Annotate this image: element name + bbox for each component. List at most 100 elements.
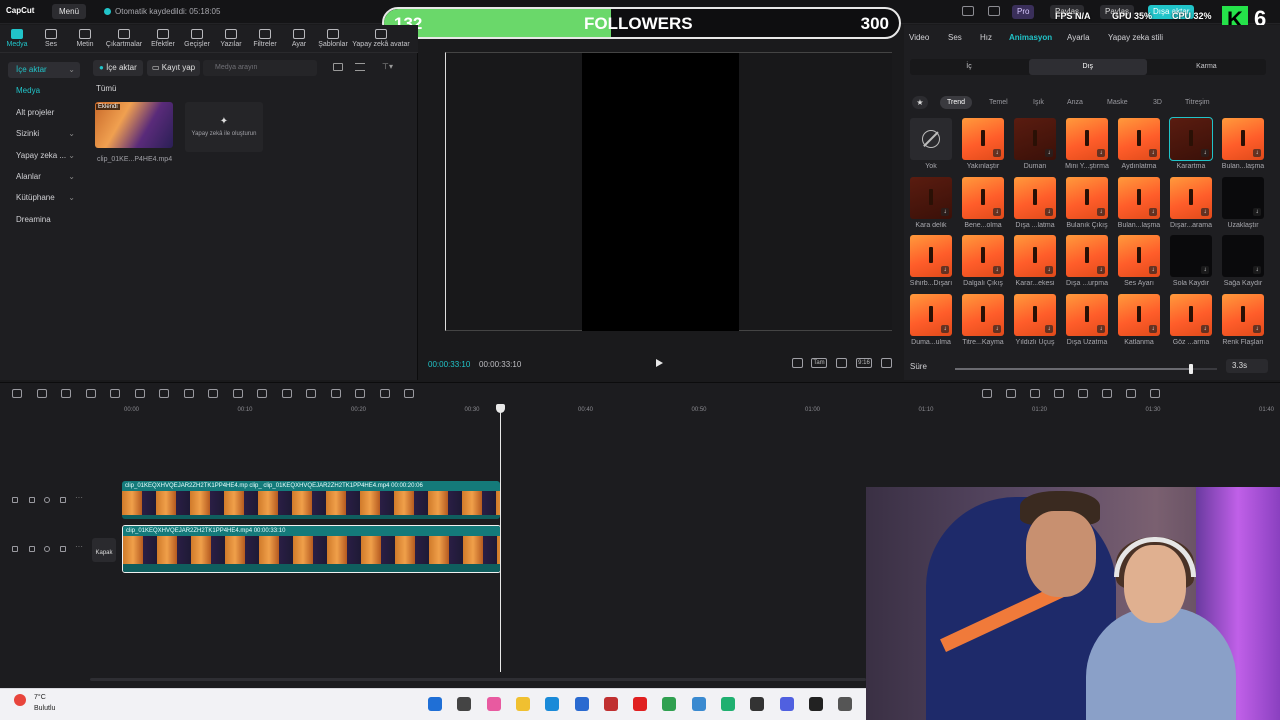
chip-3[interactable]: Anza — [1060, 96, 1090, 109]
all-filter[interactable]: Tümü — [96, 84, 116, 93]
effect-tile-16[interactable]: ↓ — [1014, 235, 1056, 277]
menu-button[interactable]: Menü — [52, 4, 87, 19]
cover-button[interactable]: Kapak — [92, 538, 116, 562]
ai-create-card[interactable]: ✦ Yapay zekâ ile oluşturun — [185, 102, 263, 152]
select-icon[interactable] — [12, 389, 22, 398]
effect-tile-10[interactable]: ↓ — [1066, 176, 1108, 219]
sidebar-item-1[interactable]: Medya — [8, 83, 80, 99]
edge-icon[interactable] — [545, 697, 560, 711]
obs-icon[interactable] — [750, 697, 765, 711]
import-button[interactable]: ● İçe aktar — [93, 60, 143, 76]
effect-tile-5[interactable]: ↓ — [1169, 117, 1213, 161]
lock-icon[interactable] — [29, 497, 35, 503]
tab-yaz-lar[interactable]: Yazılar — [214, 25, 248, 52]
office-icon[interactable] — [603, 697, 618, 711]
steam-icon[interactable] — [808, 697, 823, 711]
start-icon[interactable] — [428, 697, 442, 711]
redo-icon[interactable] — [61, 389, 71, 398]
eye-icon[interactable] — [44, 497, 50, 503]
effect-tile-12[interactable]: ↓ — [1170, 176, 1212, 219]
eye-icon-2[interactable] — [44, 546, 50, 552]
discord-icon[interactable] — [779, 697, 794, 711]
effect-tile-26[interactable]: ↓ — [1170, 293, 1212, 336]
effect-tile-22[interactable]: ↓ — [962, 293, 1004, 336]
zoom-icon[interactable] — [836, 358, 847, 368]
tab-filtreler[interactable]: Filtreler — [248, 25, 282, 52]
tab-0[interactable]: Video — [909, 33, 929, 42]
speaker-icon-2[interactable] — [60, 546, 66, 552]
tab-1[interactable]: Ses — [948, 33, 962, 42]
tab-ayar[interactable]: Ayar — [282, 25, 316, 52]
sidebar-item-2[interactable]: Alt projeler — [8, 105, 80, 121]
play-icon[interactable] — [656, 359, 663, 367]
main-track-clip[interactable]: clip_01KEQXHVQEJAR2ZH2TK1PP4HE4.mp4 00:0… — [122, 525, 501, 573]
effect-tile-3[interactable]: ↓ — [1066, 118, 1108, 160]
more-icon[interactable]: ··· — [75, 493, 83, 502]
effect-tile-25[interactable]: ↓ — [1118, 293, 1160, 336]
playhead[interactable] — [496, 404, 505, 672]
chip-6[interactable]: Titreşim — [1178, 96, 1217, 109]
link-icon[interactable] — [1006, 389, 1016, 398]
caption-icon[interactable] — [379, 389, 390, 398]
tab--kartmalar[interactable]: Çıkartmalar — [102, 25, 146, 52]
favorites-star-icon[interactable]: ★ — [912, 96, 928, 109]
effect-tile-2[interactable]: ↓ — [1014, 118, 1056, 160]
undo-icon[interactable] — [36, 389, 47, 398]
sidebar-item-4[interactable]: Yapay zeka ... ⌄ — [8, 148, 80, 164]
sidebar-item-7[interactable]: Dreamina — [8, 212, 80, 228]
ai-icon[interactable] — [330, 389, 341, 398]
split-left-icon[interactable] — [110, 389, 120, 398]
chip-0[interactable]: Trend — [940, 96, 973, 109]
preview-axis-icon[interactable] — [1078, 389, 1088, 398]
whatsapp-icon[interactable] — [721, 697, 735, 711]
chip-1[interactable]: Temel — [982, 96, 1015, 109]
duration-slider[interactable] — [955, 364, 1217, 374]
speaker-icon[interactable] — [60, 497, 66, 503]
segment-1[interactable]: Dış — [1028, 59, 1147, 75]
more-icon-2[interactable]: ··· — [75, 542, 83, 551]
effect-tile-7[interactable]: ↓ — [910, 176, 952, 219]
effect-tile-11[interactable]: ↓ — [1118, 176, 1160, 219]
effect-tile-8[interactable]: ↓ — [962, 176, 1004, 219]
tab-efektler[interactable]: Efektler — [146, 25, 180, 52]
mask-icon[interactable] — [183, 389, 194, 398]
timeline-scrollbar[interactable] — [90, 678, 866, 681]
network-icon[interactable] — [691, 697, 706, 711]
file-explorer-icon[interactable] — [515, 697, 530, 711]
tab-ge-i-ler[interactable]: Geçişler — [180, 25, 214, 52]
sidebar-item-3[interactable]: Sizinki ⌄ — [8, 126, 80, 142]
segment-0[interactable]: İç — [910, 59, 1028, 75]
chain-icon[interactable] — [1054, 389, 1064, 398]
quality-button[interactable]: Tam — [811, 358, 827, 368]
time-ruler[interactable]: 00:00 00:10 00:20 00:30 00:40 00:50 01:00 01:10… — [88, 403, 1280, 417]
chip-5[interactable]: 3D — [1146, 96, 1169, 109]
split-right-icon[interactable] — [134, 389, 145, 398]
opera-icon[interactable] — [633, 697, 648, 711]
tab-medya[interactable]: Medya — [0, 25, 34, 52]
effect-tile-1[interactable]: ↓ — [962, 118, 1004, 160]
zoom-in-icon[interactable] — [1126, 389, 1136, 398]
effect-tile-15[interactable]: ↓ — [962, 235, 1004, 277]
effect-tile-17[interactable]: ↓ — [1066, 235, 1108, 277]
effect-tile-20[interactable]: ↓ — [1222, 235, 1264, 277]
sidebar-item-5[interactable]: Alanlar ⌄ — [8, 169, 80, 185]
effect-tile-18[interactable]: ↓ — [1118, 235, 1160, 277]
effect-tile-19[interactable]: ↓ — [1170, 235, 1212, 277]
shortcuts-icon[interactable] — [988, 6, 1000, 16]
grid-view-icon[interactable] — [333, 63, 343, 71]
layout-icon[interactable] — [962, 6, 974, 16]
zoom-out-icon[interactable] — [1102, 389, 1112, 398]
snapshot-icon[interactable] — [792, 358, 803, 368]
task-view-icon[interactable] — [457, 697, 472, 711]
lock-icon-2[interactable] — [29, 546, 35, 552]
effect-tile-24[interactable]: ↓ — [1066, 293, 1108, 336]
lane-icon[interactable] — [12, 497, 18, 503]
delete-icon[interactable] — [159, 389, 169, 398]
record-button[interactable]: ▭ Kayıt yap — [147, 60, 201, 76]
effect-tile-0[interactable] — [910, 118, 952, 160]
sidebar-item-6[interactable]: Kütüphane ⌄ — [8, 190, 80, 206]
copilot-icon[interactable] — [486, 697, 501, 711]
chrome-icon[interactable] — [662, 697, 677, 711]
freeze-icon[interactable] — [257, 389, 267, 398]
lane-icon-2[interactable] — [12, 546, 18, 552]
